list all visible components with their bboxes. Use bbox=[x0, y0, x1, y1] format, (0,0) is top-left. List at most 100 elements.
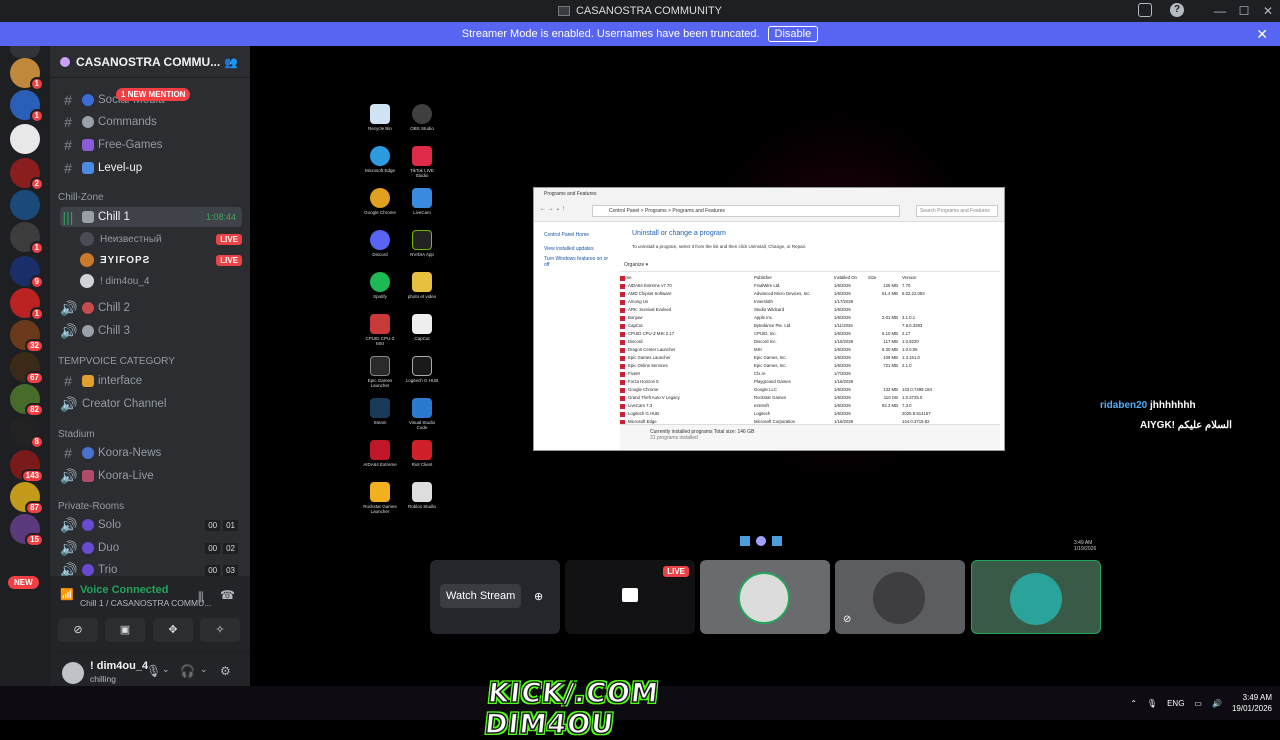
new-mention-pill[interactable]: 1 NEW MENTION bbox=[116, 88, 191, 101]
cp-program-row[interactable]: Google Chrome Google LLC 1/6/2026 132 MB 143… bbox=[620, 386, 1000, 394]
server-folder-icon[interactable]: 15 bbox=[10, 514, 44, 547]
minimize-icon[interactable]: — bbox=[1208, 0, 1232, 22]
participant-tile[interactable] bbox=[971, 560, 1101, 634]
category-chill-zone[interactable]: Chill-Zone bbox=[58, 192, 104, 203]
participant-tile[interactable]: LIVE bbox=[565, 560, 695, 634]
cp-program-row[interactable]: FiveM Cfx.re 1/7/2026 bbox=[620, 370, 1000, 378]
participant-tile[interactable]: ⊘ bbox=[835, 560, 965, 634]
desktop-icon: Google Chrome bbox=[362, 188, 398, 215]
soundboard-button[interactable]: ✧ bbox=[200, 618, 240, 642]
server-icon[interactable]: 1 bbox=[10, 90, 44, 123]
voice-connected-subtitle[interactable]: Chill 1 / CASANOSTRA COMMU... bbox=[80, 598, 211, 608]
inbox-icon[interactable] bbox=[1138, 3, 1152, 17]
cp-path: Control Panel > Programs > Programs and … bbox=[592, 205, 900, 217]
server-icon[interactable]: 9 bbox=[10, 256, 44, 289]
stadium-icon bbox=[82, 470, 94, 482]
chevron-up-icon[interactable]: ⌃ bbox=[1130, 699, 1137, 708]
disable-streamer-mode-button[interactable]: Disable bbox=[767, 26, 819, 42]
channel-commands[interactable]: # Commands bbox=[60, 112, 242, 132]
channel-koora-news[interactable]: # Koora-News bbox=[60, 443, 242, 463]
users-icon bbox=[82, 542, 94, 554]
server-icon[interactable] bbox=[10, 124, 40, 154]
maximize-icon[interactable]: ☐ bbox=[1232, 0, 1256, 22]
participant-tile[interactable]: Watch Stream ⊕ bbox=[430, 560, 560, 634]
category-tempvoice[interactable]: TEMPVOICE CATEGORY bbox=[58, 356, 175, 367]
cp-program-row[interactable]: Forza Horizon 5 Playground Games 1/16/2026 bbox=[620, 378, 1000, 386]
cp-program-row[interactable]: Dragon Center Launcher MSI 1/6/2026 5.30 MB… bbox=[620, 346, 1000, 354]
cp-program-row[interactable]: ARK: Survival Evolved Studio Wildcard 1/6/… bbox=[620, 306, 1000, 314]
speaker-icon: 🔊 bbox=[60, 299, 78, 316]
cp-program-row[interactable]: Bonjour Apple Inc. 1/6/2026 2.01 MB 3.1.0.1 bbox=[620, 314, 1000, 322]
new-servers-pill[interactable]: NEW bbox=[8, 576, 39, 589]
server-header[interactable]: CASANOSTRA COMMU... ⌄ 👥 bbox=[50, 46, 250, 78]
settings-gear-icon[interactable]: ⚙ bbox=[220, 664, 231, 678]
avatar[interactable] bbox=[62, 662, 84, 684]
language-indicator[interactable]: ENG bbox=[1167, 699, 1184, 708]
participant-tile[interactable] bbox=[700, 560, 830, 634]
microphone-icon[interactable]: 🎙 bbox=[1147, 699, 1157, 708]
voice-channel-chill-3[interactable]: 🔊 Chill 3 bbox=[60, 321, 242, 341]
cp-program-row[interactable]: CPUID CPU-Z MSI 2.17 CPUID, Inc. 1/6/2026 6… bbox=[620, 330, 1000, 338]
screen-share-button[interactable]: ▣ bbox=[105, 618, 145, 642]
server-icon[interactable]: 87 bbox=[10, 482, 44, 515]
voice-channel-duo[interactable]: 🔊 Duo 00 02 bbox=[60, 538, 242, 558]
channel-free-games[interactable]: # Free-Games bbox=[60, 135, 242, 155]
voice-user[interactable]: ! dim4ou_4 bbox=[80, 271, 242, 291]
cp-program-row[interactable]: LiveCam 7.3 e2eSoft 1/6/2026 82.3 MB 7.3.0 bbox=[620, 402, 1000, 410]
taskbar-clock[interactable]: 3:49 AM 19/01/2026 bbox=[1232, 692, 1272, 714]
cp-program-row[interactable]: Logitech G HUB Logitech 1/6/2026 2025.9.814… bbox=[620, 410, 1000, 418]
voice-channel-creator[interactable]: 🔊 Creator Channel bbox=[60, 394, 242, 414]
programs-and-features-window: Programs and Features ← → ⌄ ↑ Control Pa… bbox=[533, 187, 1005, 451]
voice-channel-chill-2[interactable]: 🔊 Chill 2 bbox=[60, 298, 242, 318]
chevron-down-icon[interactable]: ⌄ bbox=[162, 664, 170, 675]
voice-user[interactable]: ƎYIFOPƧ LIVE bbox=[80, 250, 242, 270]
username[interactable]: ! dim4ou_4 bbox=[90, 660, 148, 672]
server-icon[interactable]: 1 bbox=[10, 222, 44, 255]
voice-user[interactable]: Неизвестный LIVE bbox=[80, 229, 242, 249]
server-icon[interactable]: 32 bbox=[10, 320, 44, 353]
cp-program-list: AIDA64 Extreme v7.70 FinalWire Ltd. 1/6/20… bbox=[620, 282, 1000, 426]
server-icon[interactable]: 143 bbox=[10, 450, 44, 483]
category-private-rooms[interactable]: Private-Rooms bbox=[58, 501, 124, 512]
cp-program-row[interactable]: CapCut Bytedance Pte. Ltd 1/11/2026 7.8.0.3… bbox=[620, 322, 1000, 330]
close-window-icon[interactable]: ✕ bbox=[1256, 0, 1280, 22]
category-stadium[interactable]: Stadium bbox=[58, 429, 95, 440]
headphones-icon[interactable]: 🎧 bbox=[180, 664, 195, 678]
stream-view[interactable]: Recycle Bin OBS Studio Microsoft Edge Ti… bbox=[250, 46, 1280, 686]
server-icon[interactable]: 2 bbox=[10, 158, 44, 191]
cp-program-row[interactable]: AIDA64 Extreme v7.70 FinalWire Ltd. 1/6/20… bbox=[620, 282, 1000, 290]
voice-channel-chill-1[interactable]: ||| Chill 1 1:08:44 bbox=[60, 207, 242, 227]
chevron-down-icon[interactable]: ⌄ bbox=[200, 664, 208, 675]
cp-program-row[interactable]: Epic Games Launcher Epic Games, Inc. 1/6/2… bbox=[620, 354, 1000, 362]
close-banner-icon[interactable]: ✕ bbox=[1256, 26, 1268, 43]
server-icon[interactable]: 67 bbox=[10, 352, 44, 385]
cp-program-row[interactable]: Grand Theft Auto V Legacy Rockstar Games 1… bbox=[620, 394, 1000, 402]
activities-button[interactable]: ✥ bbox=[153, 618, 193, 642]
invite-people-icon[interactable]: 👥 bbox=[224, 56, 238, 69]
noise-suppression-icon[interactable]: ⫼ bbox=[198, 590, 204, 605]
display-icon[interactable]: ▭ bbox=[1194, 699, 1202, 708]
voice-channel-solo[interactable]: 🔊 Solo 00 01 bbox=[60, 515, 242, 535]
volume-icon[interactable]: 🔊 bbox=[1212, 699, 1222, 708]
disconnect-icon[interactable]: ☎ bbox=[220, 588, 235, 602]
cp-program-row[interactable]: AMD Chipset Software Advanced Micro Devic… bbox=[620, 290, 1000, 298]
cp-program-row[interactable]: Among Us Innersloth 1/17/2026 bbox=[620, 298, 1000, 306]
camera-off-button[interactable]: ⊘ bbox=[58, 618, 98, 642]
help-icon[interactable]: ? bbox=[1170, 3, 1184, 17]
channel-koora-live[interactable]: 🔊 Koora-Live bbox=[60, 466, 242, 486]
server-icon[interactable]: 8 bbox=[10, 416, 44, 449]
server-icon[interactable]: 1 bbox=[10, 58, 44, 91]
server-icon[interactable]: 1 bbox=[10, 288, 44, 321]
server-icon[interactable] bbox=[10, 190, 40, 220]
cp-program-row[interactable]: Epic Online Services Epic Games, Inc. 1/6/… bbox=[620, 362, 1000, 370]
server-icon[interactable]: 82 bbox=[10, 384, 44, 417]
pop-out-icon[interactable]: ⊕ bbox=[534, 590, 543, 603]
desktop-icon: Riot Client bbox=[404, 440, 440, 467]
channel-level-up[interactable]: # Level-up bbox=[60, 158, 242, 178]
watch-stream-button[interactable]: Watch Stream bbox=[440, 584, 522, 608]
microphone-icon[interactable]: 🎙 bbox=[146, 664, 161, 678]
signal-icon[interactable]: 📶 bbox=[60, 588, 74, 601]
channel-interface[interactable]: # interface bbox=[60, 371, 242, 391]
cp-program-row[interactable]: Discord Discord Inc. 1/15/2026 117 MB 1.0.92… bbox=[620, 338, 1000, 346]
voice-connected-title[interactable]: Voice Connected bbox=[80, 584, 168, 596]
